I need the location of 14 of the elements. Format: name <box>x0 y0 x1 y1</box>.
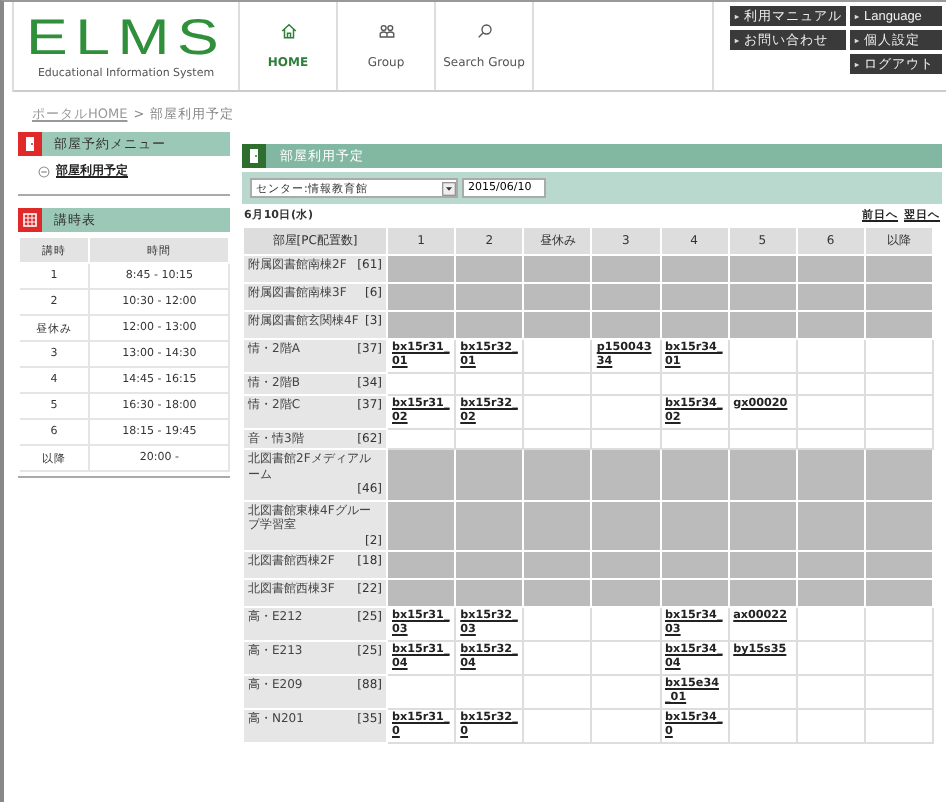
logo-title: ELMS <box>25 13 227 61</box>
door-icon <box>18 132 42 156</box>
home-icon <box>279 22 297 40</box>
caret-icon <box>442 181 456 195</box>
bullet-icon <box>734 37 740 43</box>
bullet-icon <box>854 37 860 43</box>
people-icon <box>377 22 395 40</box>
bullet-icon <box>854 61 860 67</box>
door-icon <box>242 144 266 168</box>
calendar-icon <box>18 208 42 232</box>
bullet-icon <box>854 13 860 19</box>
bullet-icon <box>734 13 740 19</box>
minus-circle-icon <box>38 165 50 177</box>
search-icon <box>475 22 493 40</box>
